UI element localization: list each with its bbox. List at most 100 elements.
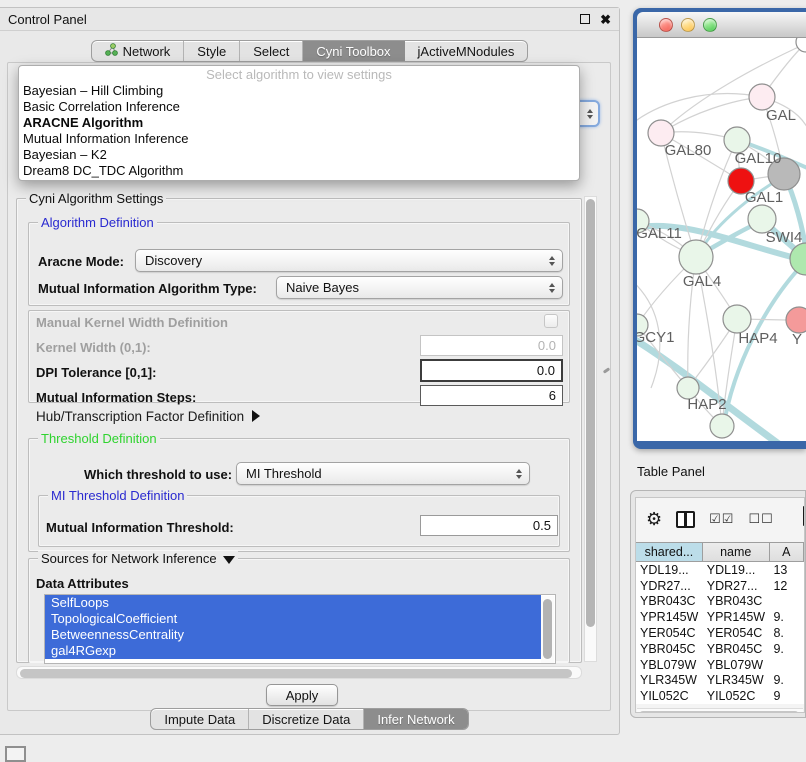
tab-discretize-data[interactable]: Discretize Data <box>249 709 364 729</box>
algorithm-placeholder: Select algorithm to view settings <box>19 66 579 83</box>
which-threshold-combo[interactable]: MI Threshold <box>236 462 530 485</box>
algorithm-option[interactable]: Bayesian – Hill Climbing <box>19 83 579 99</box>
table-cell: YIL052C <box>703 688 770 704</box>
tab-label: Infer Network <box>377 712 454 727</box>
tab-network[interactable]: Network <box>92 41 185 61</box>
table-row[interactable]: YLR345WYLR345W9. <box>636 673 804 689</box>
tab-jactivemnodules[interactable]: jActiveMNodules <box>405 41 528 61</box>
data-attributes-label: Data Attributes <box>36 576 129 591</box>
gear-icon[interactable]: ⚙ <box>646 510 662 528</box>
dpi-tolerance-label: DPI Tolerance [0,1]: <box>36 365 156 380</box>
column-header-partial[interactable]: A <box>770 543 804 561</box>
column-header-shared-name[interactable]: shared... <box>636 543 703 561</box>
table-cell: YDR27... <box>703 578 770 594</box>
data-attribute-item-selected[interactable]: BetweennessCentrality <box>45 627 541 643</box>
table-cell: YBL079W <box>703 657 770 673</box>
sources-title[interactable]: Sources for Network Inference <box>38 551 238 566</box>
top-tab-group: Network StyleSelectCyni ToolboxjActiveMNo… <box>91 40 529 62</box>
table-cell: YBR045C <box>703 641 770 657</box>
data-attribute-item-selected[interactable]: TopologicalCoefficient <box>45 611 541 627</box>
table-row[interactable]: YDR27...YDR27...12 <box>636 578 804 594</box>
network-node[interactable] <box>796 38 806 52</box>
table-cell: YPR145W <box>703 609 770 625</box>
threshold-definition-title: Threshold Definition <box>38 431 160 446</box>
table-cell: YDL19... <box>636 562 703 578</box>
table-cell: YIL052C <box>636 688 703 704</box>
close-traffic-light[interactable] <box>659 18 673 32</box>
algorithm-option[interactable]: Dream8 DC_TDC Algorithm <box>19 163 579 179</box>
network-node-gal4[interactable] <box>679 240 713 274</box>
settings-horizontal-scrollbar[interactable] <box>16 666 582 679</box>
network-view-window[interactable]: GALGAL80GAL10GAL1SWI4GAL11GAL4GCY1HAP4YH… <box>633 8 806 449</box>
table-row[interactable]: YBL079WYBL079W <box>636 657 804 673</box>
minimize-traffic-light[interactable] <box>681 18 695 32</box>
table-row[interactable]: YBR045CYBR045C9. <box>636 641 804 657</box>
attr-list-scrollbar[interactable] <box>541 596 554 664</box>
kernel-width-field[interactable]: 0.0 <box>420 335 563 356</box>
mi-steps-label: Mutual Information Steps: <box>36 390 196 405</box>
zoom-traffic-light[interactable] <box>703 18 717 32</box>
table-cell: YBR043C <box>703 594 770 610</box>
table-header-row: shared... name A <box>636 542 804 562</box>
stepper-arrows-icon <box>516 469 522 479</box>
tab-label: Network <box>123 44 171 59</box>
dpi-tolerance-field[interactable]: 0.0 <box>420 359 563 382</box>
collapsed-arrow-icon <box>252 410 260 422</box>
tab-infer-network[interactable]: Infer Network <box>364 709 467 729</box>
table-cell: YBR043C <box>636 594 703 610</box>
algorithm-option[interactable]: ARACNE Algorithm <box>19 115 579 131</box>
tab-select[interactable]: Select <box>240 41 303 61</box>
node-label: GAL <box>766 107 796 124</box>
network-node[interactable] <box>710 414 734 438</box>
settings-vertical-scrollbar[interactable] <box>584 196 597 662</box>
table-horizontal-scrollbar[interactable] <box>637 708 803 713</box>
tab-impute-data[interactable]: Impute Data <box>151 709 249 729</box>
manual-kernel-width-checkbox[interactable] <box>544 314 558 328</box>
deselect-all-columns-icon[interactable]: ☐☐ <box>748 511 773 527</box>
table-row[interactable]: YPR145WYPR145W9. <box>636 609 804 625</box>
algorithm-option[interactable]: Bayesian – K2 <box>19 147 579 163</box>
network-canvas[interactable]: GALGAL80GAL10GAL1SWI4GAL11GAL4GCY1HAP4YH… <box>637 38 806 441</box>
table-row[interactable]: YIL052CYIL052C9 <box>636 688 804 704</box>
node-label: GCY1 <box>637 329 674 346</box>
bottom-tabbar: Impute DataDiscretize Data Infer Network <box>0 708 619 730</box>
algorithm-option[interactable]: Basic Correlation Inference <box>19 99 579 115</box>
table-panel-title: Table Panel <box>637 464 705 479</box>
network-window-titlebar[interactable] <box>637 12 806 38</box>
apply-button[interactable]: Apply <box>266 684 338 706</box>
node-label: SWI4 <box>766 229 803 246</box>
collapsed-panel-icon[interactable] <box>5 746 26 762</box>
mi-threshold-value: 0.5 <box>533 518 551 533</box>
table-row[interactable]: YER054CYER054C8. <box>636 625 804 641</box>
algorithm-option[interactable]: Mutual Information Inference <box>19 131 579 147</box>
new-table-icon[interactable] <box>803 506 805 526</box>
aracne-mode-combo[interactable]: Discovery <box>135 249 563 272</box>
cyni-algorithm-settings-title: Cyni Algorithm Settings <box>26 191 166 206</box>
hub-definition-toggle[interactable]: Hub/Transcription Factor Definition <box>36 409 260 424</box>
data-attribute-item-selected[interactable]: SelfLoops <box>45 595 541 611</box>
bottom-tab-group: Impute DataDiscretize Data Infer Network <box>150 708 468 730</box>
data-attribute-item-selected[interactable]: gal4RGexp <box>45 643 541 659</box>
inference-algorithm-combo-fragment[interactable] <box>577 100 600 127</box>
mi-algorithm-type-combo[interactable]: Naive Bayes <box>276 276 563 299</box>
columns-icon[interactable] <box>676 511 695 528</box>
close-icon[interactable]: ✖ <box>600 13 611 26</box>
network-node-hap4[interactable] <box>723 305 751 333</box>
table-cell: 13 <box>769 562 804 578</box>
data-attributes-list[interactable]: SelfLoopsTopologicalCoefficientBetweenne… <box>44 594 556 664</box>
aracne-mode-label: Aracne Mode: <box>38 254 124 269</box>
tab-style[interactable]: Style <box>184 41 240 61</box>
select-all-columns-icon[interactable]: ☑☑ <box>709 511 734 527</box>
table-cell: YPR145W <box>636 609 703 625</box>
algorithm-definition-title: Algorithm Definition <box>38 215 157 230</box>
table-toolbar: ⚙ ☑☑ ☐☐ <box>636 498 804 540</box>
column-header-name[interactable]: name <box>703 543 770 561</box>
network-node-y[interactable] <box>786 307 806 333</box>
table-row[interactable]: YBR043CYBR043C <box>636 594 804 610</box>
table-row[interactable]: YDL19...YDL19...13 <box>636 562 804 578</box>
mi-steps-field[interactable]: 6 <box>420 385 563 406</box>
node-label: GAL11 <box>637 225 682 242</box>
tab-cyni-toolbox[interactable]: Cyni Toolbox <box>303 41 404 61</box>
mi-threshold-field[interactable]: 0.5 <box>420 515 558 536</box>
float-window-icon[interactable] <box>580 14 590 24</box>
